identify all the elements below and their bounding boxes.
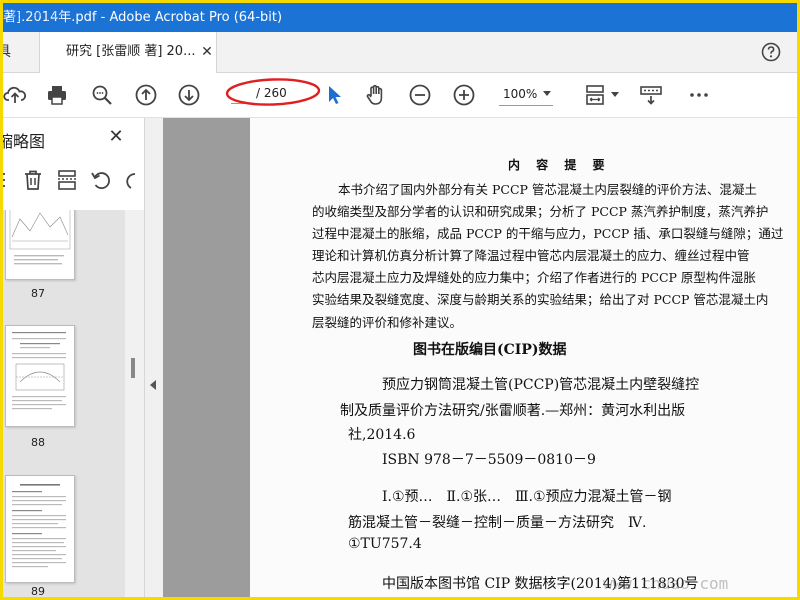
thumbnail-preview — [9, 210, 71, 265]
page-up-icon[interactable] — [134, 83, 158, 107]
search-zoom-icon[interactable] — [90, 83, 114, 107]
tab-document-label: 研究 [张雷顺 著] 20... — [66, 44, 196, 59]
chevron-down-icon — [543, 91, 551, 96]
rotate-right-icon[interactable] — [121, 168, 145, 192]
hand-tool-icon[interactable] — [363, 83, 387, 107]
zoom-in-icon[interactable] — [452, 83, 476, 107]
chevron-left-icon[interactable] — [150, 380, 156, 390]
summary-line: 芯内层混凝土应力及焊缝处的应力集中；介绍了作者进行的 PCCP 原型构件湿胀 — [312, 270, 756, 285]
tab-document[interactable]: 研究 [张雷顺 著] 20... ✕ — [39, 32, 217, 73]
cip-line: ISBN 978－7－5509－0810－9 — [382, 452, 596, 468]
thumbnail-preview — [12, 332, 66, 410]
scroll-mode-icon[interactable] — [639, 83, 663, 107]
document-view[interactable]: 内 容 提 要 本书介绍了国内外部分有关 PCCP 管芯混凝土内层裂缝的评价方法… — [163, 118, 797, 597]
cip-line: ①TU757.4 — [348, 536, 422, 552]
page-mode-chevron-icon[interactable] — [611, 92, 619, 97]
page-down-icon[interactable] — [177, 83, 201, 107]
help-icon[interactable] — [761, 42, 781, 62]
acrobat-window: 著].2014年.pdf - Adobe Acrobat Pro (64-bit… — [3, 3, 797, 597]
zoom-value: 100% — [503, 87, 538, 101]
tab-bar: 具 研究 [张雷顺 著] 20... ✕ — [3, 32, 797, 73]
summary-line: 本书介绍了国内外部分有关 PCCP 管芯混凝土内层裂缝的评价方法、混凝土 — [338, 182, 757, 197]
thumbnail-label: 88 — [31, 436, 45, 449]
scrollbar-grip[interactable] — [131, 358, 135, 378]
close-icon[interactable]: ✕ — [107, 128, 125, 146]
cip-line: 制及质量评价方法研究/张雷顺著.—郑州：黄河水利出版 — [340, 403, 686, 419]
tab-close-icon[interactable]: ✕ — [200, 45, 214, 59]
red-ellipse-annotation — [225, 78, 321, 106]
thumbnail-preview — [12, 484, 66, 568]
thumbnail-label: 87 — [31, 287, 45, 300]
select-arrow-icon[interactable] — [323, 83, 347, 107]
watermark-top: 遥感网 — [9, 5, 63, 26]
summary-line: 实验结果及裂缝宽度、深度与龄期关系的实验结果；给出了对 PCCP 管芯混凝土内 — [312, 292, 769, 307]
page-mode-icon[interactable] — [583, 83, 607, 107]
thumbnail-options-icon[interactable] — [3, 168, 21, 192]
thumbnail-page-89[interactable] — [5, 475, 75, 583]
panel-title: 缩略图 — [3, 132, 46, 151]
thumbnail-panel: 缩略图 ✕ 87 88 89 — [3, 118, 145, 597]
more-icon[interactable] — [687, 83, 711, 107]
print-icon[interactable] — [45, 83, 69, 107]
thumbnail-page-88[interactable] — [5, 325, 75, 427]
sidebar-scrollbar[interactable] — [125, 210, 144, 597]
upload-icon[interactable] — [3, 83, 27, 107]
panel-collapse-strip[interactable] — [145, 118, 163, 597]
zoom-level-select[interactable]: 100% — [499, 85, 553, 106]
cip-line: 预应力钢筒混凝土管(PCCP)管芯混凝土内壁裂缝控 — [382, 377, 700, 393]
cip-line: 筋混凝土管－裂缝－控制－质量－方法研究 Ⅳ. — [348, 515, 647, 531]
thumbnail-list[interactable]: 87 88 89 — [3, 210, 125, 597]
zoom-out-icon[interactable] — [408, 83, 432, 107]
summary-line: 理论和计算机仿真分析计算了降温过程中管芯内层混凝土的应力、缠丝过程中管 — [312, 248, 750, 263]
cip-line: 社,2014.6 — [348, 427, 416, 443]
delete-icon[interactable] — [21, 168, 45, 192]
thumbnail-page-87[interactable] — [5, 210, 75, 280]
extract-pages-icon[interactable] — [55, 168, 79, 192]
pdf-page: 内 容 提 要 本书介绍了国内外部分有关 PCCP 管芯混凝土内层裂缝的评价方法… — [250, 118, 797, 597]
cip-heading: 图书在版编目(CIP)数据 — [413, 342, 567, 358]
summary-line: 过程中混凝土的胀缩，成品 PCCP 的干缩与应力，PCCP 插、承口裂缝与缝隙；… — [312, 226, 784, 241]
watermark-bottom: www.chuao.com — [603, 574, 729, 593]
summary-line: 的收缩类型及部分学者的认识和研究成果；分析了 PCCP 蒸汽养护制度，蒸汽养护 — [312, 204, 769, 219]
cip-line: Ⅰ.①预… Ⅱ.①张… Ⅲ.①预应力混凝土管－钢 — [382, 489, 672, 505]
title-bar: 著].2014年.pdf - Adobe Acrobat Pro (64-bit… — [3, 3, 797, 32]
main-toolbar: / 260 100% — [3, 73, 797, 118]
summary-line: 层裂缝的评价和修补建议。 — [312, 315, 463, 330]
thumbnail-label: 89 — [31, 585, 45, 597]
page-heading: 内 容 提 要 — [508, 158, 611, 172]
tab-tools[interactable]: 具 — [3, 32, 39, 72]
rotate-left-icon[interactable] — [89, 168, 113, 192]
